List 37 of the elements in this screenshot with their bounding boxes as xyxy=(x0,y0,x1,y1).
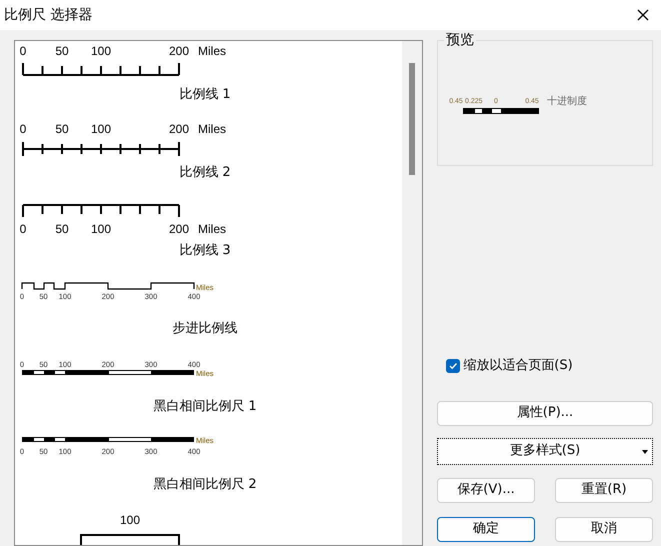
tick-label: 100 xyxy=(120,513,140,527)
tick-label: 100 xyxy=(90,222,112,236)
tick-label: 50 xyxy=(55,44,69,58)
checkbox[interactable] xyxy=(446,358,460,373)
tick-label: 50 xyxy=(55,222,69,236)
caret-icon xyxy=(642,450,648,454)
tick-label: 200 xyxy=(168,44,190,58)
dialog-button[interactable]: 重置(R) xyxy=(555,478,653,502)
unit-label: Miles xyxy=(198,122,226,136)
tick-label: 100 xyxy=(90,44,112,58)
dialog-button[interactable]: 确定 xyxy=(437,516,535,542)
tick-label: 0 xyxy=(20,222,26,236)
scale-name: 比例线 3 xyxy=(178,243,232,259)
scale-name: 比例线 2 xyxy=(178,165,232,181)
preview-unit-label: 十进制度 xyxy=(547,96,587,107)
dropdown-button[interactable]: 更多样式(S) xyxy=(437,438,653,464)
tick-label: 0 xyxy=(20,122,26,136)
properties-button[interactable]: 属性(P)... xyxy=(437,400,653,426)
scale-name: 黑白相间比例尺 2 xyxy=(152,477,258,493)
scale-name: 比例线 1 xyxy=(178,87,232,103)
tick-label: 100 xyxy=(90,122,112,136)
scale-name: 黑白相间比例尺 1 xyxy=(152,399,258,415)
tick-label: 200 xyxy=(168,122,190,136)
unit-label: Miles xyxy=(198,222,226,236)
group-label: 预览 xyxy=(444,33,476,47)
unit-label: Miles xyxy=(198,44,226,58)
scrollbar[interactable] xyxy=(402,41,422,545)
scale-name: 步进比例线 xyxy=(172,321,238,337)
tick-label: 0 xyxy=(20,44,26,58)
tick-label: 200 xyxy=(168,222,190,236)
close-icon[interactable] xyxy=(637,9,649,21)
scrollbar-thumb[interactable] xyxy=(409,63,415,175)
tick-label: 50 xyxy=(55,122,69,136)
dialog-button[interactable]: 保存(V)... xyxy=(437,478,535,502)
dialog-button[interactable]: 取消 xyxy=(555,516,653,542)
window-title: 比例尺 选择器 xyxy=(4,6,92,24)
checkbox-label: 缩放以适合页面(S) xyxy=(463,357,573,375)
